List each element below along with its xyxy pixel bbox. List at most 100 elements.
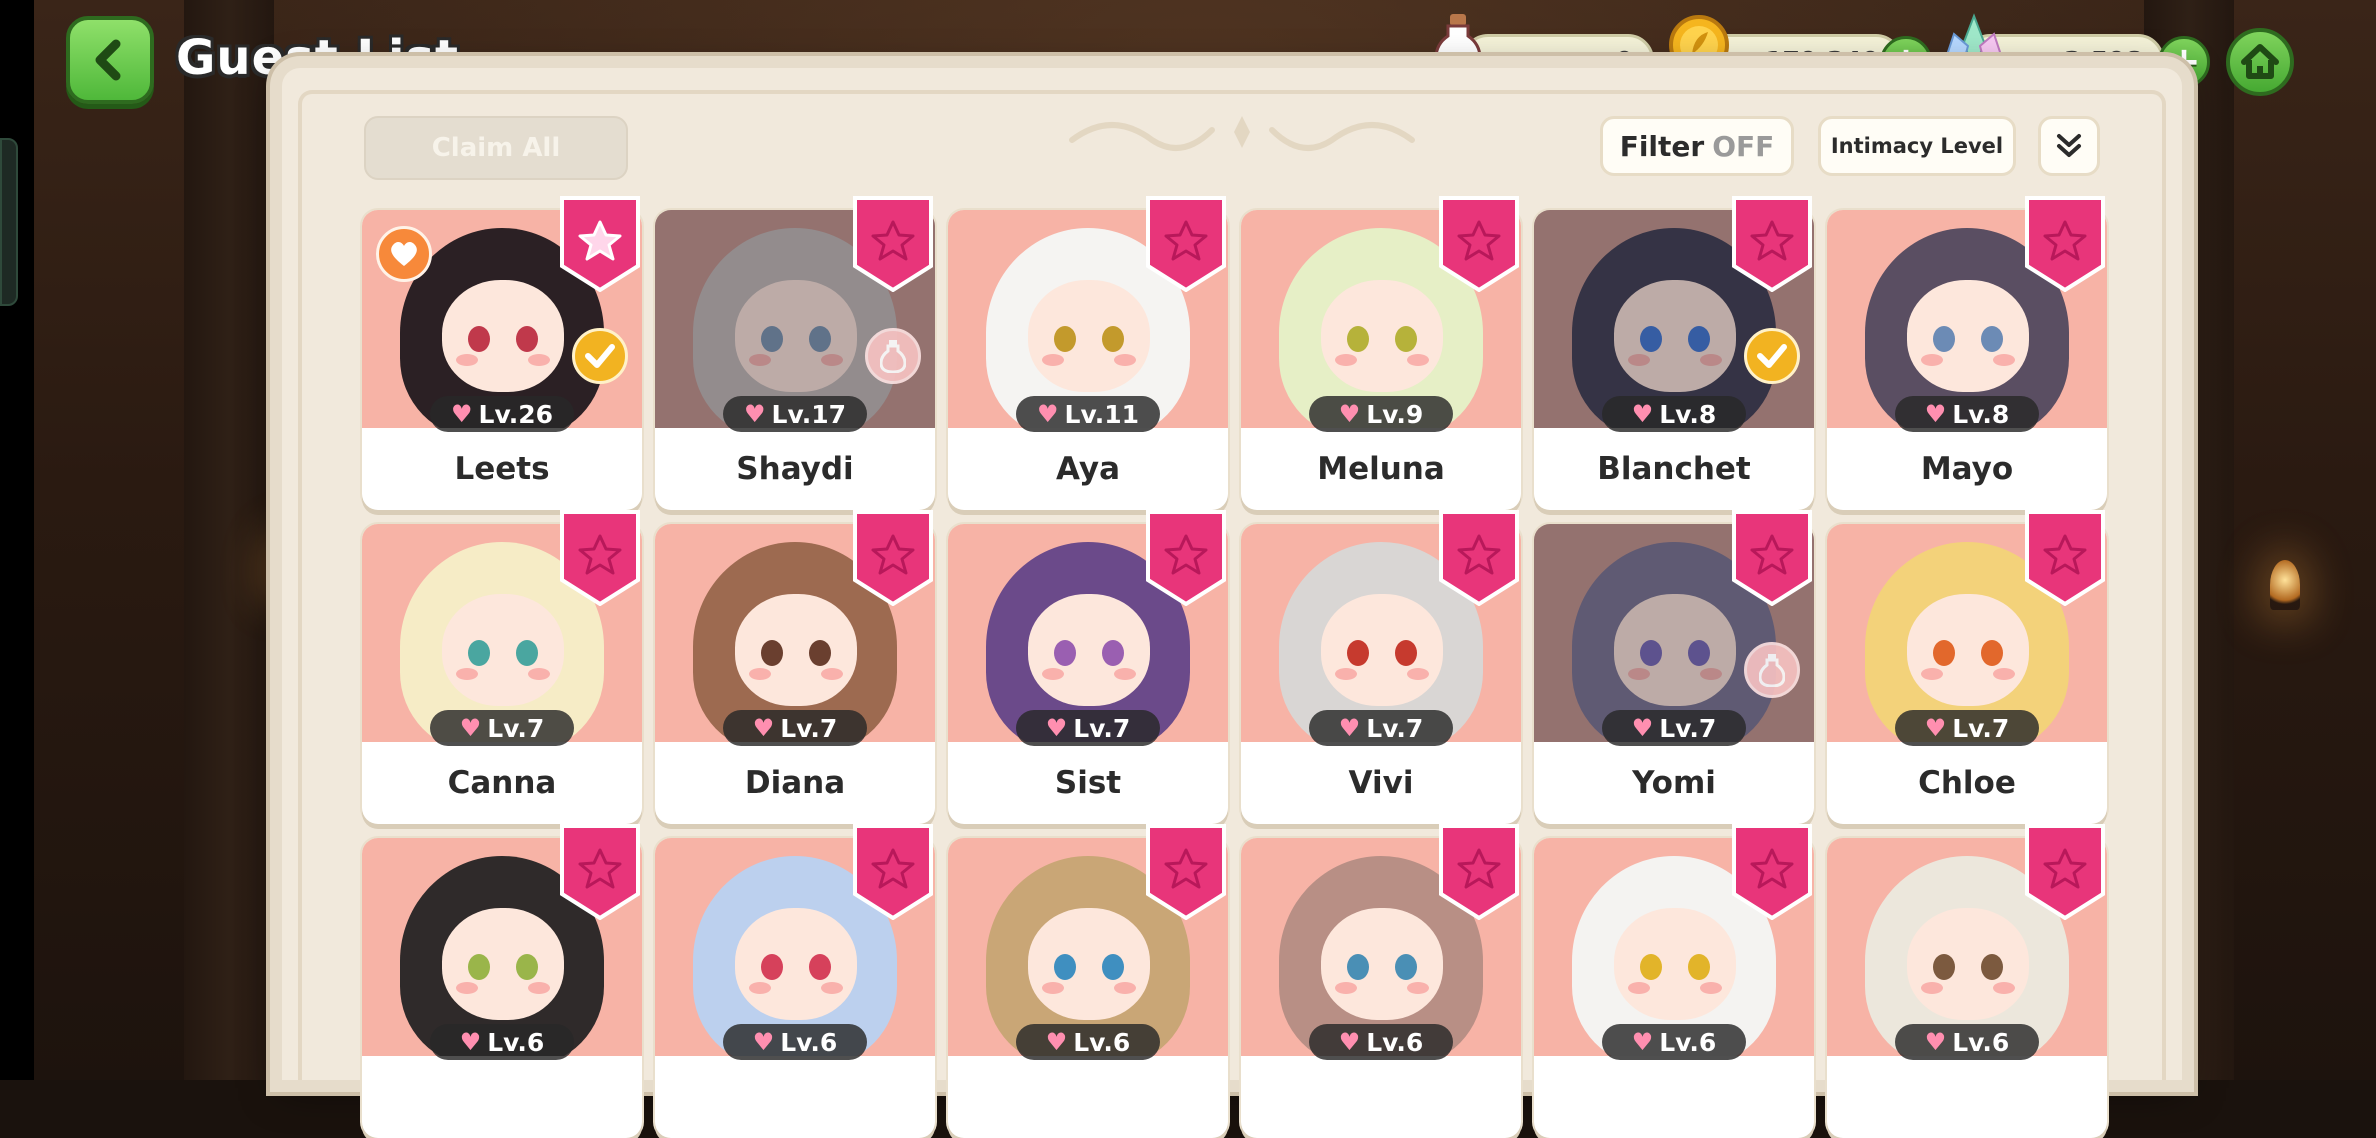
intimacy-level-badge: ♥ Lv.9 bbox=[1309, 396, 1453, 432]
portrait-eye bbox=[1640, 954, 1662, 980]
portrait-face bbox=[442, 594, 564, 706]
portrait-blush bbox=[1114, 354, 1136, 366]
portrait-eye bbox=[1688, 954, 1710, 980]
home-button[interactable] bbox=[2226, 28, 2294, 96]
level-text: Lv.6 bbox=[1366, 1027, 1424, 1057]
level-text: Lv.9 bbox=[1366, 399, 1424, 429]
portrait-eye bbox=[809, 640, 831, 666]
favorite-star-ribbon-icon[interactable] bbox=[1732, 510, 1812, 606]
heart-icon: ♥ bbox=[459, 1028, 482, 1056]
level-text: Lv.11 bbox=[1064, 399, 1139, 429]
portrait-face bbox=[1321, 280, 1443, 392]
favorite-star-ribbon-icon[interactable] bbox=[2025, 824, 2105, 920]
heart-icon: ♥ bbox=[1924, 714, 1947, 742]
portrait-blush bbox=[1993, 982, 2015, 994]
sort-dropdown[interactable]: Intimacy Level bbox=[1818, 116, 2016, 176]
guest-card[interactable]: ♥ Lv.11 Aya bbox=[948, 196, 1228, 510]
portrait-blush bbox=[1407, 668, 1429, 680]
portrait-blush bbox=[528, 668, 550, 680]
side-drawer-handle[interactable] bbox=[0, 138, 18, 306]
guest-card[interactable]: ♥ Lv.6 bbox=[1241, 824, 1521, 1138]
portrait-face bbox=[1321, 594, 1443, 706]
guest-card[interactable]: ♥ Lv.6 bbox=[1534, 824, 1814, 1138]
filter-button[interactable]: Filter OFF bbox=[1600, 116, 1794, 176]
filter-label: Filter bbox=[1619, 129, 1705, 163]
guest-name: Mayo bbox=[1920, 451, 2014, 487]
portrait-blush bbox=[1700, 982, 1722, 994]
portrait-eye bbox=[1395, 326, 1417, 352]
favorite-star-ribbon-icon[interactable] bbox=[560, 824, 640, 920]
guest-card[interactable]: ♥ Lv.6 bbox=[1827, 824, 2107, 1138]
guest-card[interactable]: ♥ Lv.7 Diana bbox=[655, 510, 935, 824]
level-text: Lv.17 bbox=[771, 399, 846, 429]
gift-check-badge-icon bbox=[1744, 328, 1800, 384]
back-button[interactable] bbox=[66, 16, 154, 104]
portrait-face bbox=[1028, 594, 1150, 706]
portrait-eye bbox=[1933, 640, 1955, 666]
favorite-star-ribbon-icon[interactable] bbox=[1146, 510, 1226, 606]
favorite-star-ribbon-icon[interactable] bbox=[560, 196, 640, 292]
guest-card[interactable]: ♥ Lv.8 Blanchet bbox=[1534, 196, 1814, 510]
guest-card[interactable]: ♥ Lv.17 Shaydi bbox=[655, 196, 935, 510]
favorite-star-ribbon-icon[interactable] bbox=[853, 196, 933, 292]
potion-badge-icon bbox=[1744, 642, 1800, 698]
heart-icon: ♥ bbox=[1045, 714, 1068, 742]
guest-card[interactable]: ♥ Lv.9 Meluna bbox=[1241, 196, 1521, 510]
intimacy-level-badge: ♥ Lv.7 bbox=[1309, 710, 1453, 746]
favorite-star-ribbon-icon[interactable] bbox=[560, 510, 640, 606]
favorite-star-ribbon-icon[interactable] bbox=[1146, 824, 1226, 920]
portrait-eye bbox=[516, 326, 538, 352]
guest-card[interactable]: ♥ Lv.7 Sist bbox=[948, 510, 1228, 824]
portrait-face bbox=[442, 908, 564, 1020]
guest-card[interactable]: ♥ Lv.7 Yomi bbox=[1534, 510, 1814, 824]
favorite-star-ribbon-icon[interactable] bbox=[1439, 824, 1519, 920]
portrait-blush bbox=[1335, 354, 1357, 366]
heart-icon: ♥ bbox=[1631, 1028, 1654, 1056]
guest-card[interactable]: ♥ Lv.7 Canna bbox=[362, 510, 642, 824]
claim-all-button[interactable]: Claim All bbox=[364, 116, 628, 180]
favorite-star-ribbon-icon[interactable] bbox=[1732, 196, 1812, 292]
favorite-star-ribbon-icon[interactable] bbox=[1439, 510, 1519, 606]
favorite-star-ribbon-icon[interactable] bbox=[1439, 196, 1519, 292]
portrait-face bbox=[1614, 908, 1736, 1020]
intimacy-level-badge: ♥ Lv.6 bbox=[1895, 1024, 2039, 1060]
heart-icon: ♥ bbox=[1924, 400, 1947, 428]
guest-card[interactable]: ♥ Lv.8 Mayo bbox=[1827, 196, 2107, 510]
guest-card[interactable]: ♥ Lv.7 Chloe bbox=[1827, 510, 2107, 824]
portrait-blush bbox=[1407, 982, 1429, 994]
level-text: Lv.6 bbox=[780, 1027, 838, 1057]
level-text: Lv.8 bbox=[1659, 399, 1717, 429]
favorite-star-ribbon-icon[interactable] bbox=[853, 510, 933, 606]
guest-card[interactable]: ♥ Lv.7 Vivi bbox=[1241, 510, 1521, 824]
favorite-star-ribbon-icon[interactable] bbox=[1732, 824, 1812, 920]
favorite-star-ribbon-icon[interactable] bbox=[2025, 196, 2105, 292]
heart-icon: ♥ bbox=[1338, 1028, 1361, 1056]
portrait-blush bbox=[1993, 354, 2015, 366]
heart-badge-icon bbox=[376, 226, 432, 282]
heart-icon: ♥ bbox=[1924, 1028, 1947, 1056]
guest-name: Sist bbox=[1054, 765, 1122, 801]
level-text: Lv.7 bbox=[1659, 713, 1717, 743]
favorite-star-ribbon-icon[interactable] bbox=[1146, 196, 1226, 292]
portrait-face bbox=[1907, 280, 2029, 392]
portrait-eye bbox=[761, 954, 783, 980]
heart-icon: ♥ bbox=[459, 714, 482, 742]
guest-grid: ♥ Lv.26 Leets ♥ Lv.17 Shaydi ♥ Lv.11 Aya ♥ Lv.9 Mel… bbox=[362, 196, 2107, 1138]
guest-card[interactable]: ♥ Lv.6 bbox=[655, 824, 935, 1138]
portrait-eye bbox=[1054, 954, 1076, 980]
favorite-star-ribbon-icon[interactable] bbox=[2025, 510, 2105, 606]
double-chevron-down-icon bbox=[2057, 134, 2081, 157]
portrait-face bbox=[1321, 908, 1443, 1020]
favorite-star-ribbon-icon[interactable] bbox=[853, 824, 933, 920]
guest-card[interactable]: ♥ Lv.6 bbox=[948, 824, 1228, 1138]
sort-label: Intimacy Level bbox=[1830, 134, 2004, 158]
intimacy-level-badge: ♥ Lv.6 bbox=[1016, 1024, 1160, 1060]
sort-order-toggle[interactable] bbox=[2038, 116, 2100, 176]
portrait-blush bbox=[821, 982, 843, 994]
intimacy-level-badge: ♥ Lv.8 bbox=[1895, 396, 2039, 432]
guest-card[interactable]: ♥ Lv.6 bbox=[362, 824, 642, 1138]
level-text: Lv.6 bbox=[1073, 1027, 1131, 1057]
guest-card[interactable]: ♥ Lv.26 Leets bbox=[362, 196, 642, 510]
portrait-eye bbox=[516, 640, 538, 666]
back-arrow-icon bbox=[95, 39, 121, 81]
